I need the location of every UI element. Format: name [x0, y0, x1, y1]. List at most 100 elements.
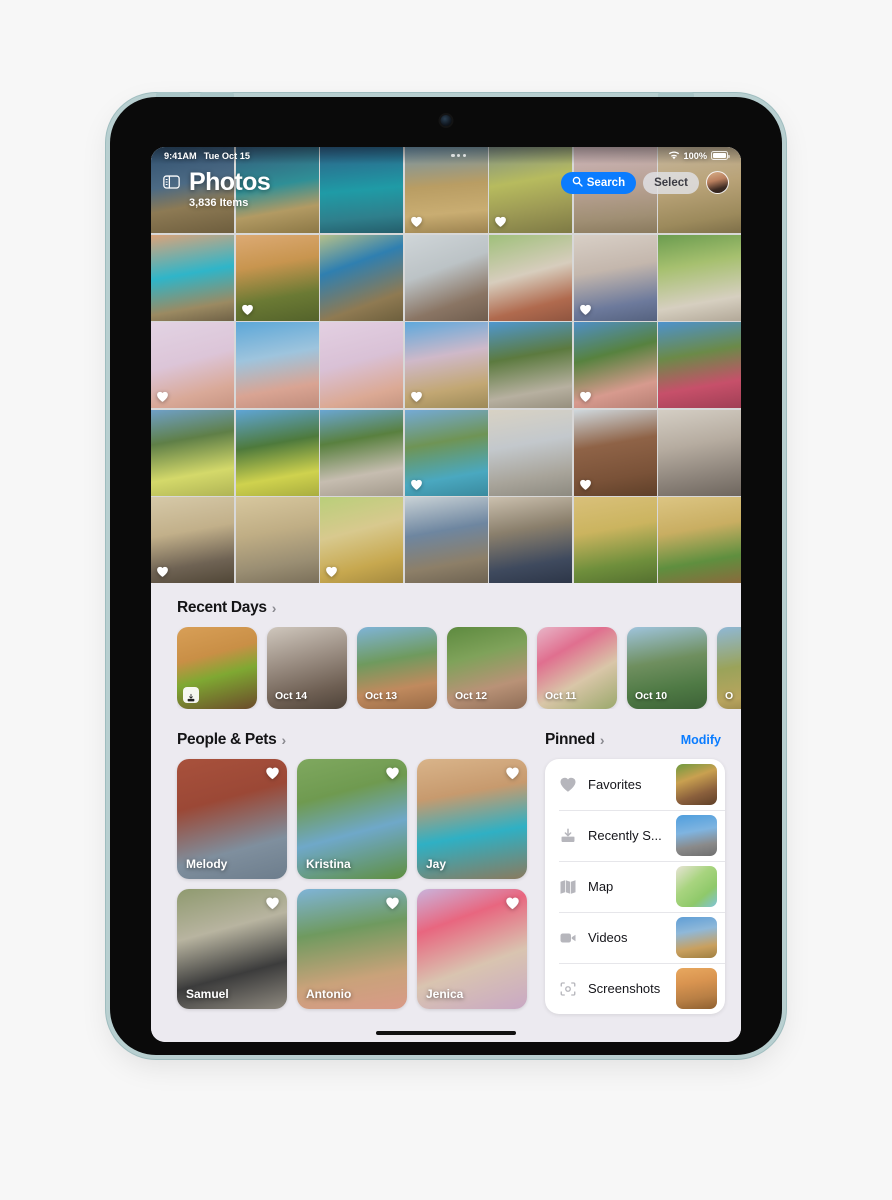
avatar[interactable]: [706, 171, 729, 194]
favorite-heart-icon[interactable]: [505, 896, 520, 911]
photo-grid-cell[interactable]: [573, 409, 657, 496]
favorite-heart-icon: [156, 565, 169, 578]
pinned-section: Pinned › Modify Favorites Recently S... Ma…: [545, 731, 725, 1014]
favorite-heart-icon[interactable]: [385, 896, 400, 911]
photo-grid[interactable]: [151, 147, 741, 583]
photo-grid-cell[interactable]: [489, 322, 572, 408]
pinned-item-label: Map: [588, 879, 614, 894]
pinned-header[interactable]: Pinned ›: [545, 731, 605, 749]
photo-thumbnail: [489, 497, 572, 583]
recent-day-card[interactable]: Oct 11: [537, 627, 617, 709]
recent-day-card[interactable]: Oct 13: [357, 627, 437, 709]
photo-grid-cell[interactable]: [489, 234, 572, 321]
search-button[interactable]: Search: [560, 171, 637, 194]
pinned-list-item[interactable]: Map: [545, 861, 725, 912]
pinned-list-item[interactable]: Recently S...: [545, 810, 725, 861]
favorite-heart-icon[interactable]: [385, 766, 400, 781]
photo-grid-cell[interactable]: [320, 322, 403, 408]
photo-grid-cell[interactable]: [320, 234, 403, 321]
photo-grid-cell[interactable]: [320, 409, 403, 496]
pinned-list[interactable]: Favorites Recently S... Map Videos Screensho…: [545, 759, 725, 1014]
dynamic-island-dots-icon: [451, 153, 467, 158]
photo-grid-cell[interactable]: [658, 234, 741, 321]
photo-thumbnail: [489, 234, 572, 321]
favorite-heart-icon[interactable]: [265, 896, 280, 911]
photo-grid-cell[interactable]: [573, 322, 657, 408]
favorite-heart-icon[interactable]: [505, 766, 520, 781]
chevron-right-icon: ›: [271, 600, 277, 616]
favorite-heart-icon: [241, 303, 254, 316]
photo-grid-cell[interactable]: [235, 322, 319, 408]
people-grid[interactable]: Melody Kristina Jay Samuel Antonio Jenica: [177, 759, 527, 1009]
person-card[interactable]: Jay: [417, 759, 527, 879]
person-card[interactable]: Samuel: [177, 889, 287, 1009]
photo-grid-cell[interactable]: [404, 322, 488, 408]
content-area: Recent Days › Oct 14 Oct 13 Oct 12 Oct 11 Oc…: [151, 583, 741, 1042]
photo-grid-cell[interactable]: [658, 322, 741, 408]
power-button[interactable]: [658, 92, 694, 97]
pinned-list-item[interactable]: Screenshots: [545, 963, 725, 1014]
recent-day-card[interactable]: Oct 10: [627, 627, 707, 709]
person-card[interactable]: Kristina: [297, 759, 407, 879]
recent-day-card[interactable]: [177, 627, 257, 709]
device-top-buttons: [110, 92, 782, 98]
recent-day-card[interactable]: O: [717, 627, 741, 709]
person-card[interactable]: Melody: [177, 759, 287, 879]
photo-grid-cell[interactable]: [320, 497, 403, 583]
people-pets-title: People & Pets: [177, 731, 277, 748]
modify-button[interactable]: Modify: [681, 733, 721, 747]
photo-grid-cell[interactable]: [151, 409, 234, 496]
photo-grid-cell[interactable]: [404, 497, 488, 583]
photo-grid-cell[interactable]: [404, 234, 488, 321]
pinned-list-item[interactable]: Videos: [545, 912, 725, 963]
photo-grid-cell[interactable]: [235, 497, 319, 583]
photo-grid-cell[interactable]: [151, 234, 234, 321]
pinned-item-thumbnail: [676, 917, 717, 958]
photo-thumbnail: [489, 409, 572, 496]
photo-thumbnail: [151, 409, 234, 496]
photo-thumbnail: [235, 322, 319, 408]
people-pets-header[interactable]: People & Pets ›: [177, 731, 527, 749]
photo-grid-cell[interactable]: [151, 322, 234, 408]
chevron-right-icon: ›: [599, 732, 605, 748]
pinned-item-label: Recently S...: [588, 828, 662, 843]
person-card[interactable]: Antonio: [297, 889, 407, 1009]
wifi-icon: [668, 150, 680, 162]
volume-down-button[interactable]: [200, 92, 234, 97]
favorite-heart-icon: [410, 478, 423, 491]
favorite-heart-icon: [410, 390, 423, 403]
pinned-list-item[interactable]: Favorites: [545, 759, 725, 810]
photo-grid-cell[interactable]: [573, 497, 657, 583]
battery-percent: 100%: [683, 150, 708, 161]
photo-thumbnail: [573, 497, 657, 583]
favorite-heart-icon[interactable]: [265, 766, 280, 781]
photo-grid-cell[interactable]: [235, 409, 319, 496]
map-icon: [559, 878, 577, 896]
photo-grid-cell[interactable]: [235, 234, 319, 321]
photo-grid-cell[interactable]: [489, 497, 572, 583]
status-date: Tue Oct 15: [203, 150, 250, 161]
select-button[interactable]: Select: [643, 171, 699, 194]
photo-grid-cell[interactable]: [404, 409, 488, 496]
pinned-header-row: Pinned › Modify: [545, 731, 725, 749]
recent-day-card[interactable]: Oct 12: [447, 627, 527, 709]
photo-grid-cell[interactable]: [151, 497, 234, 583]
favorite-heart-icon: [410, 215, 423, 228]
volume-up-button[interactable]: [156, 92, 190, 97]
recent-day-card[interactable]: Oct 14: [267, 627, 347, 709]
photo-grid-cell[interactable]: [489, 409, 572, 496]
photo-grid-cell[interactable]: [573, 234, 657, 321]
photo-grid-cell[interactable]: [658, 409, 741, 496]
recent-days-header[interactable]: Recent Days ›: [177, 599, 741, 617]
favorite-heart-icon: [494, 215, 507, 228]
recent-days-row[interactable]: Oct 14 Oct 13 Oct 12 Oct 11 Oct 10 O: [177, 627, 741, 709]
photo-grid-cell[interactable]: [658, 497, 741, 583]
person-card[interactable]: Jenica: [417, 889, 527, 1009]
home-indicator[interactable]: [376, 1031, 516, 1035]
pinned-item-label: Favorites: [588, 777, 642, 792]
photo-thumbnail: [658, 497, 741, 583]
sidebar-toggle-icon[interactable]: [163, 175, 180, 189]
search-button-label: Search: [586, 176, 626, 189]
photo-thumbnail: [658, 322, 741, 408]
item-count: 3,836 Items: [189, 197, 249, 210]
